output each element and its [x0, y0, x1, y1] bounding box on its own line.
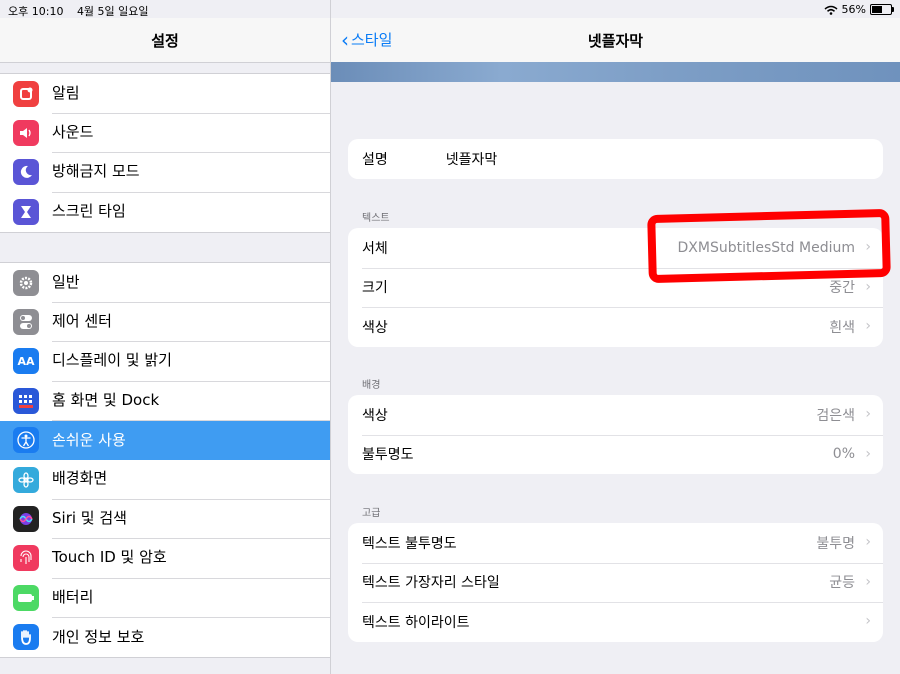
row-value: 중간 — [829, 280, 855, 297]
moon-icon — [13, 159, 39, 186]
back-label: 스타일 — [351, 31, 393, 49]
sidebar-item-label: Siri 및 검색 — [52, 499, 330, 540]
sidebar-item-label: 배경화면 — [52, 459, 330, 500]
sidebar-item-label: Touch ID 및 암호 — [52, 538, 330, 579]
row-label: 색상 — [362, 407, 388, 424]
background-color-row[interactable]: 색상 검은색 › — [348, 395, 883, 435]
background-opacity-row[interactable]: 불투명도 0% › — [348, 434, 883, 475]
sidebar-item-label: 홈 화면 및 Dock — [52, 381, 330, 422]
back-button[interactable]: ‹ 스타일 — [341, 29, 392, 50]
sidebar-title: 설정 — [151, 32, 179, 50]
chevron-right-icon: › — [865, 445, 871, 462]
background-card: 색상 검은색 › 불투명도 0% › — [348, 395, 883, 474]
text-highlight-row[interactable]: 텍스트 하이라이트 › — [348, 602, 883, 642]
chevron-right-icon: › — [865, 534, 871, 550]
row-value: 균등 — [829, 575, 855, 592]
sidebar-header: 설정 — [0, 18, 330, 63]
sidebar-item-siri[interactable]: Siri 및 검색 — [0, 499, 330, 540]
row-label: 서체 — [362, 240, 388, 257]
sidebar-item-display[interactable]: AA 디스플레이 및 밝기 — [0, 341, 330, 382]
sidebar-item-label: 개인 정보 보호 — [52, 627, 145, 646]
chevron-right-icon: › — [865, 278, 871, 295]
sidebar-item-wallpaper[interactable]: 배경화면 — [0, 459, 330, 500]
sidebar-item-label: 배터리 — [52, 578, 330, 619]
section-header-advanced: 고급 — [362, 508, 381, 519]
sidebar-item-privacy[interactable]: 개인 정보 보호 — [0, 618, 330, 657]
sidebar-group-1: 알림 사운드 방해금지 모드 스크린 타임 — [0, 73, 330, 233]
row-label: 색상 — [362, 319, 388, 336]
sidebar-item-accessibility[interactable]: 손쉬운 사용 — [0, 420, 330, 460]
sidebar-item-touch-id[interactable]: Touch ID 및 암호 — [0, 538, 330, 579]
sidebar-item-notifications[interactable]: 알림 — [0, 74, 330, 114]
status-bar: 오후 10:10 4월 5일 일요일 56% — [0, 0, 900, 18]
sidebar-item-label: 손쉬운 사용 — [52, 430, 126, 449]
hand-icon — [13, 624, 39, 651]
chevron-right-icon: › — [865, 406, 871, 422]
row-label: 텍스트 불투명도 — [362, 535, 457, 552]
sidebar-item-label: 사운드 — [52, 113, 330, 154]
sidebar-item-screen-time[interactable]: 스크린 타임 — [0, 192, 330, 231]
advanced-card: 텍스트 불투명도 불투명 › 텍스트 가장자리 스타일 균등 › 텍스트 하이라… — [348, 523, 883, 642]
row-label: 설명 — [362, 151, 388, 168]
chevron-right-icon: › — [865, 318, 871, 334]
sidebar-item-general[interactable]: 일반 — [0, 263, 330, 303]
description-value[interactable]: 넷플자막 — [446, 149, 498, 169]
sidebar-item-home-screen[interactable]: 홈 화면 및 Dock — [0, 381, 330, 422]
text-edge-style-row[interactable]: 텍스트 가장자리 스타일 균등 › — [348, 562, 883, 603]
row-label: 텍스트 가장자리 스타일 — [362, 575, 500, 592]
battery-percent: 56% — [841, 3, 866, 16]
settings-sidebar: 설정 알림 사운드 방해금지 모드 스크린 타임 일반 제어 센터 AA 디스플… — [0, 0, 331, 674]
sound-icon — [13, 120, 39, 147]
section-header-text: 텍스트 — [362, 213, 390, 224]
chevron-right-icon: › — [865, 573, 871, 590]
detail-nav-bar: ‹ 스타일 넷플자막 — [331, 18, 900, 62]
status-time: 오후 10:10 — [8, 5, 64, 18]
fingerprint-icon — [13, 545, 39, 572]
row-value: 불투명 — [816, 535, 855, 552]
siri-icon — [13, 506, 39, 533]
sidebar-item-label: 일반 — [52, 263, 330, 303]
row-label: 불투명도 — [362, 447, 414, 464]
gear-icon — [13, 269, 39, 296]
sidebar-item-label: 스크린 타임 — [52, 202, 126, 221]
chevron-left-icon: ‹ — [341, 27, 349, 52]
annotation-highlight-box — [647, 208, 891, 284]
row-label: 텍스트 하이라이트 — [362, 614, 470, 631]
sidebar-group-2: 일반 제어 센터 AA 디스플레이 및 밝기 홈 화면 및 Dock 손쉬운 사… — [0, 262, 330, 658]
description-card: 설명 넷플자막 — [348, 139, 883, 179]
text-opacity-row[interactable]: 텍스트 불투명도 불투명 › — [348, 523, 883, 563]
chevron-right-icon: › — [865, 613, 871, 629]
home-screen-icon — [13, 387, 39, 414]
battery-icon — [13, 584, 39, 611]
sidebar-item-label: 방해금지 모드 — [52, 152, 330, 193]
sidebar-item-label: 제어 센터 — [52, 302, 330, 343]
wifi-icon — [824, 5, 838, 15]
row-label: 크기 — [362, 280, 388, 297]
text-color-row[interactable]: 색상 흰색 › — [348, 307, 883, 347]
preview-banner — [331, 62, 900, 82]
hourglass-icon — [13, 198, 39, 225]
sidebar-item-battery[interactable]: 배터리 — [0, 578, 330, 619]
battery-status-icon — [870, 4, 894, 15]
row-value: 검은색 — [816, 407, 855, 424]
detail-title: 넷플자막 — [587, 32, 644, 50]
notifications-icon — [13, 80, 39, 107]
detail-pane: ‹ 스타일 넷플자막 설명 넷플자막 텍스트 서체 DXMSubtitlesSt… — [331, 0, 900, 674]
section-header-background: 배경 — [362, 380, 381, 391]
row-value: 흰색 — [829, 319, 855, 336]
toggles-icon — [13, 309, 39, 336]
display-icon: AA — [13, 348, 39, 375]
sidebar-item-sound[interactable]: 사운드 — [0, 113, 330, 154]
accessibility-icon — [13, 427, 39, 454]
sidebar-item-control-center[interactable]: 제어 센터 — [0, 302, 330, 343]
description-row[interactable]: 설명 넷플자막 — [348, 139, 883, 179]
sidebar-item-label: 알림 — [52, 74, 330, 114]
sidebar-item-label: 디스플레이 및 밝기 — [52, 341, 330, 382]
sidebar-item-do-not-disturb[interactable]: 방해금지 모드 — [0, 152, 330, 193]
status-date: 4월 5일 일요일 — [76, 5, 149, 18]
wallpaper-icon — [13, 466, 39, 493]
row-value: 0% — [832, 446, 855, 463]
